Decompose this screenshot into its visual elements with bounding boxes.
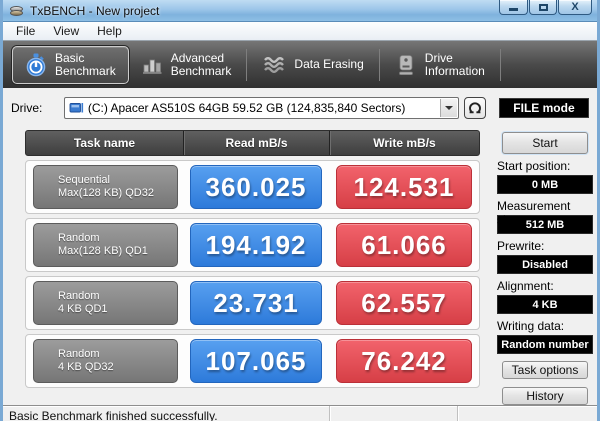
read-value: 360.025 bbox=[190, 165, 322, 209]
app-icon bbox=[9, 4, 25, 18]
window-controls: X bbox=[498, 0, 592, 15]
drive-bar: Drive: (C:) Apacer AS510S 64GB 59.52 GB … bbox=[11, 96, 589, 120]
status-message: Basic Benchmark finished successfully. bbox=[9, 409, 218, 421]
minimize-button[interactable] bbox=[499, 0, 528, 15]
data-erasing-icon bbox=[262, 54, 286, 76]
menu-file[interactable]: File bbox=[7, 22, 44, 40]
table-header: Task name Read mB/s Write mB/s bbox=[25, 130, 480, 156]
read-value: 107.065 bbox=[190, 339, 322, 383]
app-window: TxBENCH - New project X File View Help B… bbox=[0, 0, 600, 421]
refresh-icon bbox=[467, 100, 483, 116]
toolbar: Basic Benchmark Advanced Benchmark Data … bbox=[3, 41, 597, 88]
tab-label: Drive Information bbox=[424, 50, 485, 78]
close-icon: X bbox=[571, 0, 579, 13]
chevron-down-icon[interactable] bbox=[440, 99, 458, 117]
write-value: 124.531 bbox=[336, 165, 472, 209]
titlebar: TxBENCH - New project X bbox=[3, 0, 597, 22]
writing-data-value: Random number bbox=[497, 335, 593, 354]
toolbar-separator bbox=[378, 48, 380, 81]
start-position-value: 0 MB bbox=[497, 175, 593, 194]
tab-label: Data Erasing bbox=[294, 57, 364, 71]
drive-label: Drive: bbox=[11, 101, 43, 115]
window-title: TxBENCH - New project bbox=[30, 3, 160, 18]
menubar: File View Help bbox=[3, 22, 597, 41]
statusbar: Basic Benchmark finished successfully. bbox=[3, 405, 597, 421]
task-label-random-4kb-qd32: Random 4 KB QD32 bbox=[33, 339, 178, 383]
header-task-name: Task name bbox=[73, 136, 136, 150]
maximize-icon bbox=[538, 3, 548, 11]
content-area: Drive: (C:) Apacer AS510S 64GB 59.52 GB … bbox=[3, 96, 597, 405]
task-label-sequential-qd32: Sequential Max(128 KB) QD32 bbox=[33, 165, 178, 209]
minimize-icon bbox=[509, 7, 518, 11]
toolbar-separator bbox=[499, 48, 501, 81]
table-row: Random 4 KB QD1 23.731 62.557 bbox=[25, 276, 480, 330]
read-value: 194.192 bbox=[190, 223, 322, 267]
write-value: 61.066 bbox=[336, 223, 472, 267]
history-button[interactable]: History bbox=[502, 387, 588, 405]
drive-selected-text: (C:) Apacer AS510S 64GB 59.52 GB (124,83… bbox=[87, 101, 406, 115]
side-panel: Start Start position: 0 MB Measurement s… bbox=[497, 130, 593, 405]
alignment-value: 4 KB bbox=[497, 295, 593, 314]
writing-data-label: Writing data: bbox=[497, 319, 565, 333]
tab-data-erasing[interactable]: Data Erasing bbox=[250, 46, 375, 84]
tab-label: Basic Benchmark bbox=[55, 50, 116, 78]
task-label-random-4kb-qd1: Random 4 KB QD1 bbox=[33, 281, 178, 325]
bar-chart-icon bbox=[141, 54, 163, 76]
prewrite-value: Disabled bbox=[497, 255, 593, 274]
menu-view[interactable]: View bbox=[44, 22, 88, 40]
tab-label: Advanced Benchmark bbox=[170, 50, 232, 78]
task-options-button[interactable]: Task options bbox=[502, 361, 588, 379]
drive-information-icon bbox=[395, 54, 417, 76]
tab-basic-benchmark[interactable]: Basic Benchmark bbox=[12, 45, 129, 84]
write-value: 76.242 bbox=[336, 339, 472, 383]
measurement-size-label: Measurement size: bbox=[497, 199, 571, 227]
prewrite-label: Prewrite: bbox=[497, 239, 545, 253]
drive-select[interactable]: (C:) Apacer AS510S 64GB 59.52 GB (124,83… bbox=[63, 97, 460, 119]
refresh-button[interactable] bbox=[464, 97, 486, 119]
tab-drive-information[interactable]: Drive Information bbox=[383, 46, 497, 84]
table-row: Random Max(128 KB) QD1 194.192 61.066 bbox=[25, 218, 480, 272]
menu-help[interactable]: Help bbox=[88, 22, 131, 40]
read-value: 23.731 bbox=[190, 281, 322, 325]
status-panel bbox=[329, 406, 457, 421]
file-mode-button[interactable]: FILE mode bbox=[498, 98, 589, 118]
close-button[interactable]: X bbox=[558, 0, 592, 15]
maximize-button[interactable] bbox=[529, 0, 557, 15]
header-read: Read mB/s bbox=[183, 131, 329, 155]
start-position-label: Start position: bbox=[497, 159, 571, 173]
alignment-label: Alignment: bbox=[497, 279, 554, 293]
header-write: Write mB/s bbox=[329, 131, 479, 155]
task-label-random-qd1: Random Max(128 KB) QD1 bbox=[33, 223, 178, 267]
tab-advanced-benchmark[interactable]: Advanced Benchmark bbox=[129, 46, 244, 84]
toolbar-separator bbox=[246, 48, 248, 81]
start-button[interactable]: Start bbox=[502, 132, 588, 154]
drive-icon bbox=[69, 101, 84, 115]
status-panel bbox=[457, 406, 597, 421]
table-row: Sequential Max(128 KB) QD32 360.025 124.… bbox=[25, 160, 480, 214]
write-value: 62.557 bbox=[336, 281, 472, 325]
stopwatch-icon bbox=[25, 53, 47, 77]
benchmark-table: Task name Read mB/s Write mB/s Sequentia… bbox=[25, 130, 480, 405]
table-row: Random 4 KB QD32 107.065 76.242 bbox=[25, 334, 480, 388]
main-area: Task name Read mB/s Write mB/s Sequentia… bbox=[3, 130, 597, 405]
